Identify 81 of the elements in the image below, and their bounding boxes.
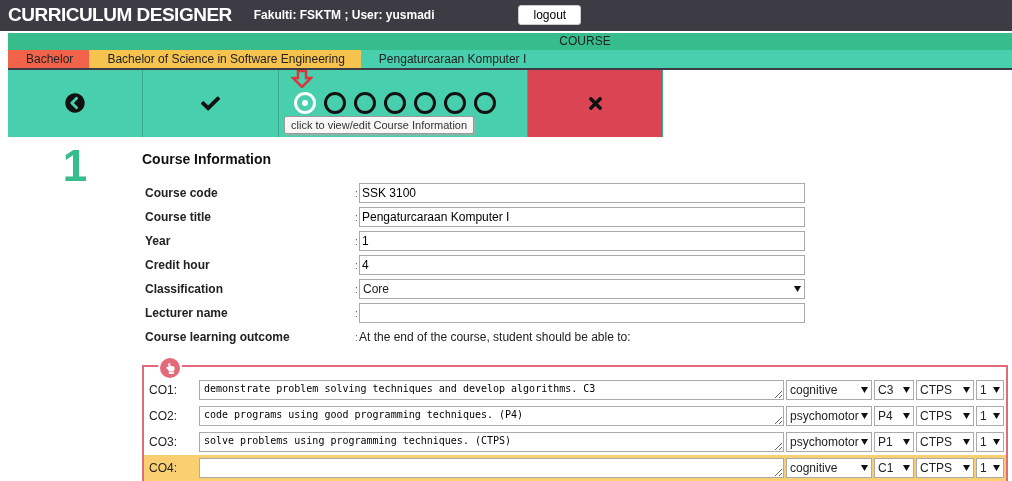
text-field[interactable]: 4 — [359, 255, 805, 275]
outcome-label: CO3: — [149, 435, 178, 449]
back-panel[interactable] — [8, 69, 143, 137]
caret-icon — [794, 286, 801, 292]
outcome-row[interactable]: CO4: cognitive C1 CTPS 1 — [144, 455, 1006, 481]
number-select[interactable]: 1 — [976, 432, 1004, 452]
text-field[interactable]: Pengaturcaraan Komputer I — [359, 207, 805, 227]
domain-select[interactable]: cognitive — [786, 380, 872, 400]
field-label: Course code — [145, 186, 219, 200]
step-indicator[interactable] — [474, 92, 496, 115]
level-select[interactable]: C1 — [874, 458, 914, 478]
outcome-textarea[interactable]: demonstrate problem solving techniques and develop algorithms. C3 — [199, 380, 784, 400]
text-field[interactable]: SSK 3100 — [359, 183, 805, 203]
logout-button[interactable]: logout — [518, 5, 582, 26]
field-label: Credit hour — [145, 258, 211, 272]
caret-icon — [861, 465, 868, 471]
level-select[interactable]: C3 — [874, 380, 914, 400]
separator: : — [355, 235, 359, 247]
level-select[interactable]: P4 — [874, 406, 914, 426]
domain-select[interactable]: cognitive — [786, 458, 872, 478]
outcome-row[interactable]: CO1: demonstrate problem solving techniques and develop algorithms. C3 cognitive C3 CTPS 1 — [144, 377, 1006, 403]
separator: : — [355, 307, 359, 319]
separator: : — [355, 331, 359, 343]
field-label: Classification — [145, 282, 225, 296]
skill-select[interactable]: CTPS — [916, 380, 974, 400]
field-label: Year — [145, 234, 172, 248]
number-select[interactable]: 1 — [976, 406, 1004, 426]
caret-icon — [963, 387, 970, 393]
caret-icon — [993, 465, 1000, 471]
outcome-intro: At the end of the course, student should be able to: — [359, 330, 631, 344]
hand-icon — [164, 362, 176, 374]
back-icon — [65, 93, 85, 114]
check-icon — [201, 93, 220, 113]
section-label: COURSE — [559, 32, 611, 50]
caret-icon — [993, 439, 1000, 445]
caret-icon — [963, 413, 970, 419]
number-select[interactable]: 1 — [976, 380, 1004, 400]
separator: : — [355, 283, 359, 295]
caret-icon — [903, 413, 910, 419]
close-panel[interactable] — [528, 69, 663, 137]
separator: : — [355, 187, 359, 199]
text-field[interactable] — [359, 303, 805, 323]
classification-select[interactable]: Core — [359, 279, 805, 299]
separator: : — [355, 211, 359, 223]
outcome-label: CO2: — [149, 409, 178, 423]
field-label: Lecturer name — [145, 306, 229, 320]
level-select[interactable]: P1 — [874, 432, 914, 452]
caret-icon — [903, 439, 910, 445]
caret-icon — [963, 439, 970, 445]
separator: : — [355, 259, 359, 271]
outcome-textarea[interactable]: solve problems using programming techniques. (CTPS) — [199, 432, 784, 452]
tooltip: click to view/edit Course Information — [284, 116, 475, 135]
text-field[interactable]: 1 — [359, 231, 805, 251]
outcome-row[interactable]: CO3: solve problems using programming techniques. (CTPS) psychomotor P1 CTPS 1 — [144, 429, 1006, 455]
domain-select[interactable]: psychomotor — [786, 406, 872, 426]
caret-icon — [861, 387, 868, 393]
caret-icon — [993, 387, 1000, 393]
domain-select[interactable]: psychomotor — [786, 432, 872, 452]
section-heading: Course Information — [142, 151, 273, 167]
skill-select[interactable]: CTPS — [916, 458, 974, 478]
outcome-row[interactable]: CO2: code programs using good programming techniques. (P4) psychomotor P4 CTPS 1 — [144, 403, 1006, 429]
step-number: 1 — [61, 140, 89, 192]
skill-select[interactable]: CTPS — [916, 432, 974, 452]
caret-icon — [903, 387, 910, 393]
caret-icon — [963, 465, 970, 471]
number-select[interactable]: 1 — [976, 458, 1004, 478]
caret-icon — [993, 413, 1000, 419]
outcome-textarea[interactable]: code programs using good programming techniques. (P4) — [199, 406, 784, 426]
caret-icon — [903, 465, 910, 471]
field-label: Course learning outcome — [145, 330, 291, 344]
skill-select[interactable]: CTPS — [916, 406, 974, 426]
hand-badge[interactable] — [158, 356, 182, 380]
save-panel[interactable] — [143, 69, 279, 137]
user-info: Fakulti: FSKTM ; User: yusmadi — [253, 8, 435, 23]
caret-icon — [861, 413, 868, 419]
caret-icon — [861, 439, 868, 445]
arrow-icon — [291, 70, 313, 89]
outcome-label: CO4: — [149, 461, 178, 475]
outcome-label: CO1: — [149, 383, 178, 397]
field-label: Course title — [145, 210, 212, 224]
app-title: CURRICULUM DESIGNER — [8, 4, 232, 27]
